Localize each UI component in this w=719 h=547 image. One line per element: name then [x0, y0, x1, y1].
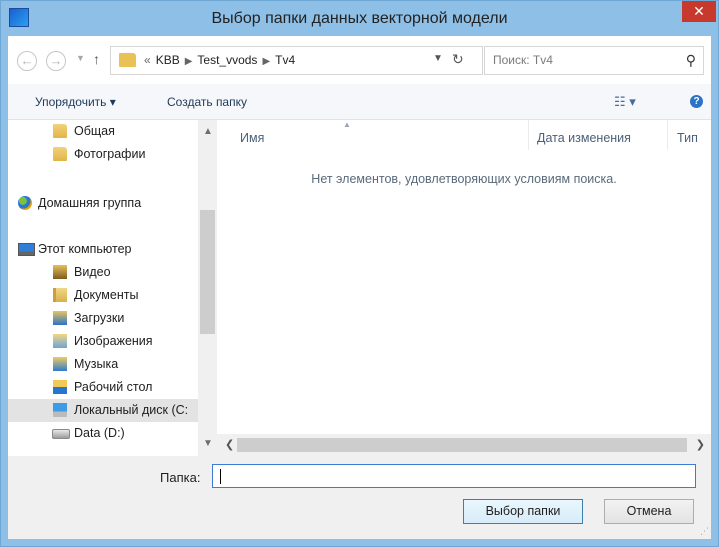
address-bar[interactable]: « KBB ▶ Test_vvods ▶ Tv4 ▼ ↻	[110, 46, 483, 75]
chevron-right-icon[interactable]: ▶	[262, 56, 270, 67]
computer-icon	[18, 243, 35, 256]
sort-ascending-icon: ▲	[343, 120, 351, 129]
search-icon[interactable]: ⚲	[686, 52, 696, 69]
navigation-pane[interactable]: Общая Фотографии Домашняя группа Этот ко…	[8, 120, 217, 456]
nav-item-photos[interactable]: Фотографии	[8, 143, 198, 166]
nav-item-label: Документы	[74, 288, 139, 302]
desktop-folder-icon	[53, 380, 67, 394]
nav-item-downloads[interactable]: Загрузки	[8, 307, 198, 330]
nav-item-label: Этот компьютер	[38, 242, 132, 256]
images-folder-icon	[53, 334, 67, 348]
file-list[interactable]: Имя ▲ Дата изменения Тип Нет элементов, …	[217, 120, 711, 434]
navpane-vertical-scrollbar[interactable]: ▲ ▼	[198, 120, 217, 456]
video-folder-icon	[53, 265, 67, 279]
text-caret	[220, 469, 221, 484]
title-bar[interactable]: Выбор папки данных векторной модели ✕	[1, 1, 718, 36]
recent-locations-dropdown[interactable]: ▼	[76, 53, 85, 63]
view-options-icon[interactable]: ☷ ▾	[614, 94, 636, 110]
search-input[interactable]: Поиск: Tv4	[493, 53, 553, 67]
homegroup-icon	[18, 196, 32, 210]
organize-button[interactable]: Упорядочить ▾	[35, 95, 116, 109]
select-folder-button[interactable]: Выбор папки	[463, 499, 583, 524]
chevron-right-icon[interactable]: ▶	[185, 56, 193, 67]
scroll-thumb[interactable]	[200, 210, 215, 334]
nav-item-images[interactable]: Изображения	[8, 330, 198, 353]
nav-item-label: Общая	[74, 124, 115, 138]
nav-item-label: Загрузки	[74, 311, 125, 325]
column-divider[interactable]	[528, 120, 529, 150]
nav-item-data-d[interactable]: Data (D:)	[8, 422, 198, 445]
close-button[interactable]: ✕	[682, 1, 716, 22]
new-folder-button[interactable]: Создать папку	[167, 95, 247, 109]
back-button[interactable]: ←	[17, 51, 37, 71]
nav-item-this-pc[interactable]: Этот компьютер	[8, 238, 198, 261]
resize-grip-icon[interactable]: ⋰	[700, 526, 709, 537]
empty-folder-message: Нет элементов, удовлетворяющих условиям …	[311, 172, 617, 186]
nav-item-label: Фотографии	[74, 147, 146, 161]
breadcrumb: « KBB ▶ Test_vvods ▶ Tv4	[144, 53, 295, 67]
up-button[interactable]: ↑	[93, 51, 100, 67]
local-disk-icon	[53, 403, 67, 417]
dialog-footer: Папка: Выбор папки Отмена ⋰	[8, 456, 711, 539]
nav-item-label: Data (D:)	[74, 426, 125, 440]
breadcrumb-kbb[interactable]: KBB	[156, 53, 180, 67]
scroll-down-icon[interactable]: ▼	[203, 438, 213, 449]
folder-icon	[119, 53, 136, 67]
nav-item-label: Изображения	[74, 334, 153, 348]
column-header-type[interactable]: Тип	[677, 131, 698, 145]
nav-item-label: Видео	[74, 265, 111, 279]
music-folder-icon	[53, 357, 67, 371]
nav-item-label: Рабочий стол	[74, 380, 153, 394]
nav-item-label: Домашняя группа	[38, 196, 142, 210]
window-title: Выбор папки данных векторной модели	[211, 10, 508, 27]
folder-icon	[53, 124, 67, 138]
nav-item-homegroup[interactable]: Домашняя группа	[8, 192, 198, 215]
scroll-up-icon[interactable]: ▲	[203, 126, 213, 137]
nav-item-documents[interactable]: Документы	[8, 284, 198, 307]
search-box[interactable]: Поиск: Tv4 ⚲	[484, 46, 704, 75]
downloads-folder-icon	[53, 311, 67, 325]
breadcrumb-tv4[interactable]: Tv4	[275, 53, 295, 67]
nav-item-label: Локальный диск (C:	[74, 403, 189, 417]
dialog-client: ← → ▼ ↑ « KBB ▶ Test_vvods ▶ Tv4 ▼ ↻ Поиск: T…	[8, 36, 711, 539]
nav-item-music[interactable]: Музыка	[8, 353, 198, 376]
dialog-window: Выбор папки данных векторной модели ✕ ← …	[0, 0, 719, 547]
nav-item-desktop[interactable]: Рабочий стол	[8, 376, 198, 399]
scroll-left-icon[interactable]: ❮	[225, 438, 234, 451]
scroll-thumb[interactable]	[237, 438, 687, 452]
breadcrumb-overflow[interactable]: «	[144, 53, 151, 67]
address-dropdown-icon[interactable]: ▼	[433, 53, 443, 64]
breadcrumb-test-vvods[interactable]: Test_vvods	[197, 53, 257, 67]
column-divider[interactable]	[667, 120, 668, 150]
content-horizontal-scrollbar[interactable]: ❮ ❯	[217, 434, 711, 456]
disk-drive-icon	[52, 429, 70, 439]
folder-icon	[53, 147, 67, 161]
nav-item-obshchaya[interactable]: Общая	[8, 120, 198, 143]
nav-item-video[interactable]: Видео	[8, 261, 198, 284]
documents-folder-icon	[53, 288, 67, 302]
folder-name-input[interactable]	[212, 464, 696, 488]
column-header-date-modified[interactable]: Дата изменения	[537, 131, 631, 145]
nav-item-local-disk-c[interactable]: Локальный диск (C:	[8, 399, 198, 422]
forward-button[interactable]: →	[46, 51, 66, 71]
cancel-button[interactable]: Отмена	[604, 499, 694, 524]
help-icon[interactable]: ?	[690, 95, 703, 108]
navigation-bar: ← → ▼ ↑ « KBB ▶ Test_vvods ▶ Tv4 ▼ ↻ Поиск: T…	[8, 36, 711, 84]
column-header-name[interactable]: Имя	[240, 131, 264, 145]
nav-item-label: Музыка	[74, 357, 119, 371]
scroll-right-icon[interactable]: ❯	[696, 438, 705, 451]
command-toolbar: Упорядочить ▾ Создать папку ☷ ▾ ?	[8, 84, 711, 120]
folder-label: Папка:	[160, 470, 201, 485]
refresh-icon[interactable]: ↻	[452, 51, 464, 68]
